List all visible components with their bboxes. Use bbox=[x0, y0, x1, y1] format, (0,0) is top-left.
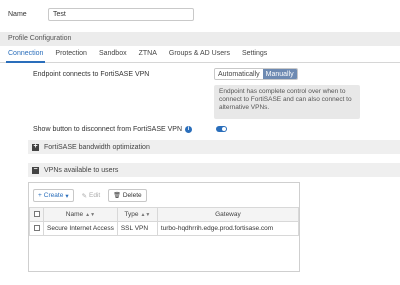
delete-button[interactable]: 🗑 Delete bbox=[108, 189, 147, 202]
delete-label: Delete bbox=[122, 192, 142, 199]
create-label: Create bbox=[43, 192, 64, 199]
name-column-header[interactable]: Name ▲▼ bbox=[43, 207, 118, 222]
table-row[interactable]: Secure Internet Access SSL VPN turbo-hqd… bbox=[29, 221, 300, 236]
type-column-header[interactable]: Type ▲▼ bbox=[116, 207, 158, 222]
profile-configuration-header: Profile Configuration bbox=[0, 32, 400, 46]
endpoint-connects-label: Endpoint connects to FortiSASE VPN bbox=[33, 71, 150, 78]
tab-bar: Connection Protection Sandbox ZTNA Group… bbox=[0, 47, 400, 63]
row-select-cell bbox=[29, 221, 44, 236]
plus-icon: + bbox=[38, 192, 42, 199]
edit-label: Edit bbox=[89, 192, 101, 199]
trash-icon: 🗑 bbox=[113, 193, 121, 199]
tab-ztna[interactable]: ZTNA bbox=[133, 47, 163, 62]
endpoint-mode-info: Endpoint has complete control over when … bbox=[214, 85, 360, 119]
row-checkbox[interactable] bbox=[33, 225, 40, 232]
vpn-name-cell: Secure Internet Access bbox=[43, 221, 118, 236]
name-input[interactable] bbox=[48, 8, 194, 21]
tab-groups-ad-users[interactable]: Groups & AD Users bbox=[163, 47, 236, 62]
vpn-type-cell: SSL VPN bbox=[116, 221, 158, 236]
vpn-toolbar: + Create ▾ ✎ Edit 🗑 Delete bbox=[33, 189, 147, 202]
chevron-down-icon: ▾ bbox=[65, 192, 69, 200]
bandwidth-optimization-label: FortiSASE bandwidth optimization bbox=[44, 143, 150, 151]
sort-icon: ▲▼ bbox=[140, 212, 151, 218]
info-icon[interactable]: i bbox=[185, 126, 193, 133]
tab-settings[interactable]: Settings bbox=[236, 47, 273, 62]
sort-icon: ▲▼ bbox=[85, 212, 96, 218]
manually-option[interactable]: Manually bbox=[262, 69, 297, 79]
vpn-table: Name ▲▼ Type ▲▼ Gateway Secure Internet Ac… bbox=[29, 207, 300, 236]
vpns-available-label: VPNs available to users bbox=[44, 166, 119, 174]
select-all-cell bbox=[29, 207, 44, 222]
automatically-option[interactable]: Automatically bbox=[215, 69, 263, 79]
vpn-gateway-cell: turbo-hqdhrrih.edge.prod.fortisase.com bbox=[156, 221, 300, 236]
create-button[interactable]: + Create ▾ bbox=[33, 189, 74, 202]
edit-button[interactable]: ✎ Edit bbox=[76, 189, 106, 202]
pencil-icon: ✎ bbox=[81, 192, 88, 200]
vpns-available-section[interactable]: − VPNs available to users bbox=[28, 163, 400, 177]
expand-icon: + bbox=[32, 142, 39, 151]
bandwidth-optimization-section[interactable]: + FortiSASE bandwidth optimization bbox=[28, 140, 400, 154]
select-all-checkbox[interactable] bbox=[33, 211, 40, 218]
tab-sandbox[interactable]: Sandbox bbox=[93, 47, 133, 62]
gateway-column-header[interactable]: Gateway bbox=[156, 207, 300, 222]
show-disconnect-label: Show button to disconnect from FortiSASE… bbox=[33, 126, 183, 133]
show-disconnect-toggle[interactable] bbox=[216, 126, 227, 132]
tab-protection[interactable]: Protection bbox=[49, 47, 93, 62]
endpoint-connect-mode-toggle: Automatically Manually bbox=[214, 68, 298, 80]
collapse-icon: − bbox=[32, 165, 39, 174]
show-disconnect-label-row: Show button to disconnect from FortiSASE… bbox=[33, 126, 193, 133]
name-label: Name bbox=[8, 11, 27, 18]
table-header-row: Name ▲▼ Type ▲▼ Gateway bbox=[29, 207, 300, 222]
tab-connection[interactable]: Connection bbox=[2, 47, 49, 63]
